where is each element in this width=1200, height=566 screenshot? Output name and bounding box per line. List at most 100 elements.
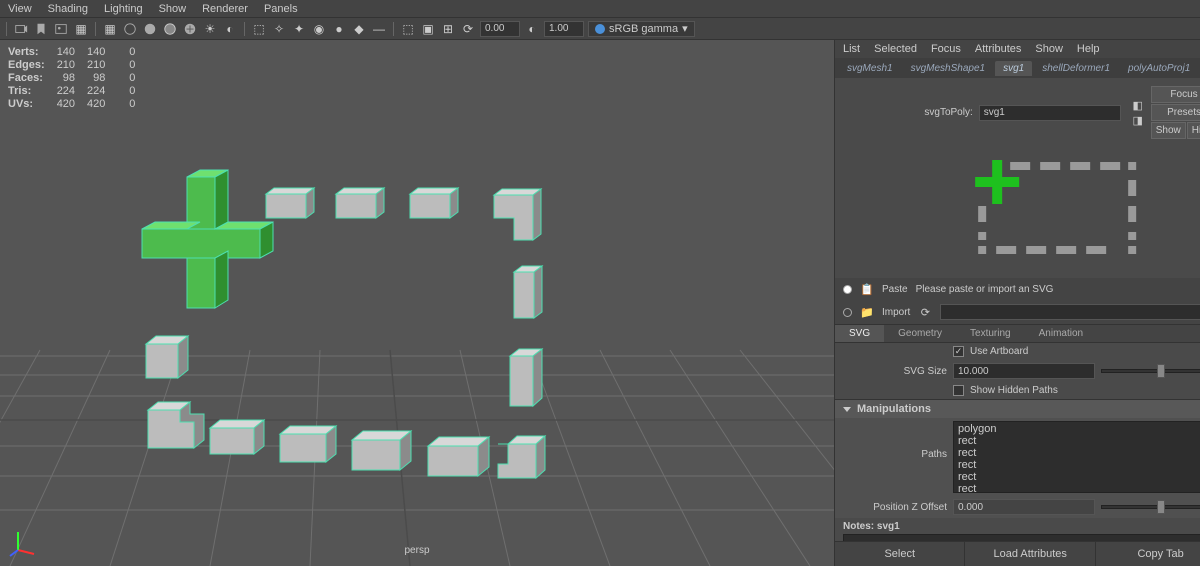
attr-bottom-buttons: Select Load Attributes Copy Tab (835, 541, 1200, 566)
use-all-lights-icon[interactable]: ☀ (202, 21, 218, 37)
import-path-input[interactable] (940, 304, 1200, 320)
select-button[interactable]: Select (835, 542, 965, 566)
isolate-select-icon[interactable]: ⬚ (251, 21, 267, 37)
wireframe-shaded-icon[interactable] (162, 21, 178, 37)
menu-lighting[interactable]: Lighting (104, 3, 143, 15)
manipulations-header[interactable]: Manipulations (835, 400, 1200, 418)
list-item[interactable]: polygon (958, 423, 1200, 435)
paths-listbox[interactable]: polygon rect rect rect rect rect rect (953, 421, 1200, 493)
menu-shading[interactable]: Shading (48, 3, 88, 15)
clipboard-icon[interactable]: 📋 (860, 282, 874, 296)
camera-bookmark-icon[interactable] (33, 21, 49, 37)
exposure-input[interactable] (480, 21, 520, 37)
menu-panels[interactable]: Panels (264, 3, 298, 15)
textured-icon[interactable] (182, 21, 198, 37)
input-connect-icon[interactable]: ◧ (1131, 98, 1145, 112)
node-tab-svg1[interactable]: svg1 (995, 61, 1032, 76)
import-radio[interactable] (843, 308, 852, 317)
disclosure-triangle-icon (843, 407, 851, 412)
node-tab-bar: svgMesh1 svgMeshShape1 svg1 shellDeforme… (835, 58, 1200, 78)
contrast-icon[interactable]: ◐ (524, 21, 540, 37)
import-label: Import (882, 307, 910, 318)
paste-radio[interactable] (843, 285, 852, 294)
xray-joints-icon[interactable]: ✦ (291, 21, 307, 37)
list-item[interactable]: rect (958, 435, 1200, 447)
grid-icon[interactable]: ▦ (102, 21, 118, 37)
focus-button[interactable]: Focus (1151, 86, 1200, 103)
hide-button[interactable]: Hide (1187, 122, 1200, 139)
node-tab-shelldeformer1[interactable]: shellDeformer1 (1034, 61, 1118, 76)
film-gate-icon[interactable]: ▦ (73, 21, 89, 37)
notes-textarea[interactable] (843, 534, 1200, 541)
menu-show[interactable]: Show (159, 3, 187, 15)
gate-mask-icon[interactable]: ▣ (420, 21, 436, 37)
viewport-toolbar: ▦ ▦ ☀ ◐ ⬚ ✧ ✦ ◉ ● ◆ — ⬚ ▣ ⊞ ⟳ ◐ sRGB gam… (0, 18, 1200, 40)
gamma-icon[interactable]: ⟳ (460, 21, 476, 37)
svg-size-input[interactable] (953, 363, 1095, 379)
attr-menu-help[interactable]: Help (1077, 43, 1100, 55)
camera-select-icon[interactable] (13, 21, 29, 37)
poly-count-hud: Verts:1401400 Edges:2102100 Faces:98980 … (8, 46, 147, 111)
output-connect-icon[interactable]: ◨ (1131, 113, 1145, 127)
load-attributes-button[interactable]: Load Attributes (965, 542, 1095, 566)
copy-tab-button[interactable]: Copy Tab (1096, 542, 1200, 566)
scene-render (0, 40, 834, 566)
paths-label: Paths (843, 421, 947, 460)
reload-icon[interactable]: ⟳ (918, 305, 932, 319)
aa-icon[interactable]: ◆ (351, 21, 367, 37)
dof-icon[interactable]: — (371, 21, 387, 37)
svg-thumbnail (843, 150, 1200, 270)
use-artboard-label: Use Artboard (970, 346, 1028, 357)
view-axis-icon (8, 528, 38, 558)
subtab-geometry[interactable]: Geometry (884, 325, 956, 342)
camera-label: persp (404, 545, 429, 556)
show-button[interactable]: Show (1151, 122, 1186, 139)
node-tab-svgmeshshape1[interactable]: svgMeshShape1 (903, 61, 994, 76)
list-item[interactable]: rect (958, 447, 1200, 459)
subtab-svg[interactable]: SVG (835, 325, 884, 342)
subtab-texturing[interactable]: Texturing (956, 325, 1025, 342)
viewport[interactable]: Verts:1401400 Edges:2102100 Faces:98980 … (0, 40, 834, 566)
posz-label: Position Z Offset (843, 502, 947, 513)
list-item[interactable]: rect (958, 459, 1200, 471)
menu-renderer[interactable]: Renderer (202, 3, 248, 15)
attr-sub-tabs: SVG Geometry Texturing Animation (835, 324, 1200, 343)
shaded-icon[interactable] (142, 21, 158, 37)
node-tab-svgmesh1[interactable]: svgMesh1 (839, 61, 901, 76)
svg-size-label: SVG Size (843, 366, 947, 377)
gamma-input[interactable] (544, 21, 584, 37)
list-item[interactable]: rect (958, 483, 1200, 493)
paste-hint: Please paste or import an SVG (916, 284, 1200, 295)
safe-action-icon[interactable]: ⊞ (440, 21, 456, 37)
subtab-animation[interactable]: Animation (1025, 325, 1097, 342)
presets-button[interactable]: Presets (1151, 104, 1200, 121)
ao-icon[interactable]: ● (331, 21, 347, 37)
use-artboard-checkbox[interactable] (953, 346, 964, 357)
svg-size-slider[interactable] (1101, 369, 1200, 373)
paste-label: Paste (882, 284, 908, 295)
attr-menu-list[interactable]: List (843, 43, 860, 55)
attribute-editor-panel: List Selected Focus Attributes Show Help… (834, 40, 1200, 566)
attr-menu-attributes[interactable]: Attributes (975, 43, 1021, 55)
wireframe-icon[interactable] (122, 21, 138, 37)
list-item[interactable]: rect (958, 471, 1200, 483)
chevron-down-icon: ▾ (682, 22, 688, 35)
node-tab-polyautoproj1[interactable]: polyAutoProj1 (1120, 61, 1198, 76)
resolution-gate-icon[interactable]: ⬚ (400, 21, 416, 37)
shadows-icon[interactable]: ◐ (222, 21, 238, 37)
viewport-menubar: View Shading Lighting Show Renderer Pane… (0, 0, 1200, 18)
attr-menu-selected[interactable]: Selected (874, 43, 917, 55)
show-hidden-checkbox[interactable] (953, 385, 964, 396)
attr-menubar: List Selected Focus Attributes Show Help (835, 40, 1200, 58)
attr-menu-focus[interactable]: Focus (931, 43, 961, 55)
folder-icon[interactable]: 📁 (860, 305, 874, 319)
menu-view[interactable]: View (8, 3, 32, 15)
motion-blur-icon[interactable]: ◉ (311, 21, 327, 37)
attr-menu-show[interactable]: Show (1035, 43, 1063, 55)
posz-slider[interactable] (1101, 505, 1200, 509)
xray-icon[interactable]: ✧ (271, 21, 287, 37)
image-plane-icon[interactable] (53, 21, 69, 37)
node-type-label: svgToPoly: (924, 107, 972, 118)
node-name-input[interactable] (979, 105, 1121, 121)
colorspace-dropdown[interactable]: sRGB gamma▾ (588, 21, 695, 37)
